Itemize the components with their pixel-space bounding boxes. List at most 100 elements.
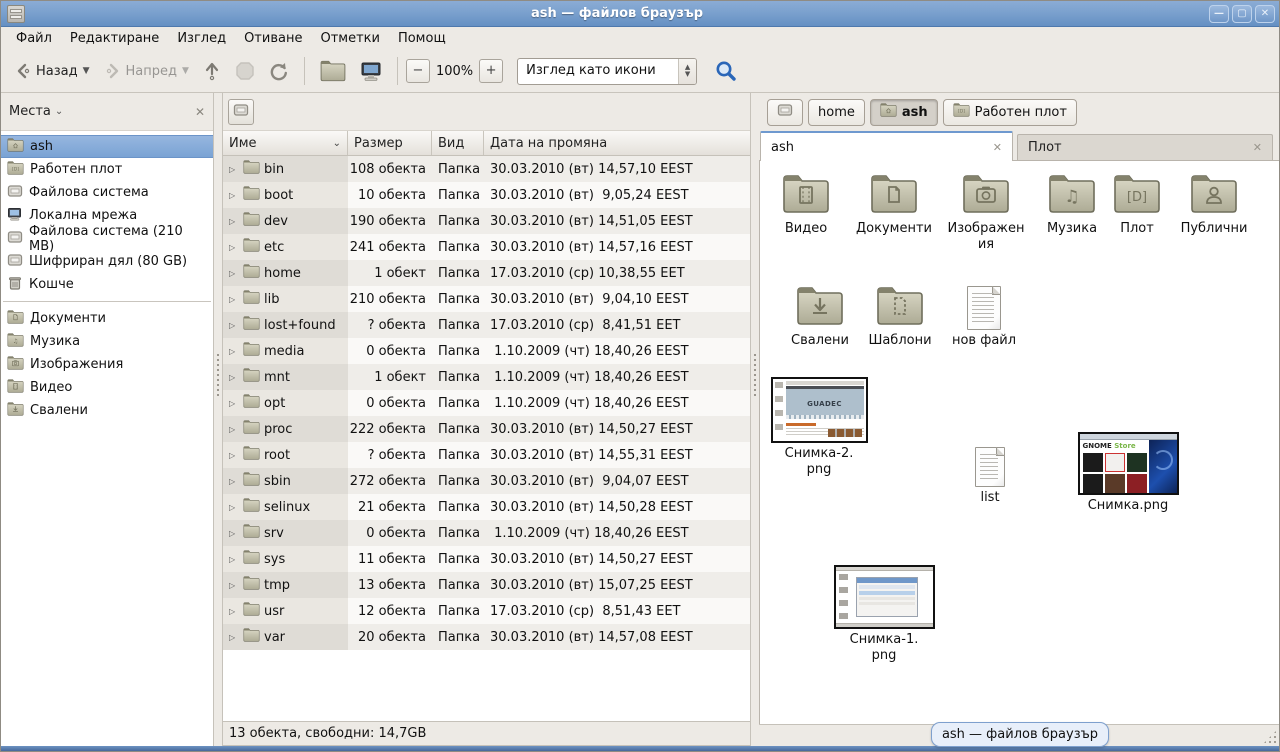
menu-2[interactable]: Изглед [168,29,235,48]
sidebar-item-Свалени[interactable]: Свалени [1,399,213,422]
table-row-lost+found[interactable]: ▷ lost+found? обектаПапка17.03.2010 (ср)… [223,312,750,338]
zoom-in-button[interactable]: + [479,59,503,83]
resize-grip[interactable] [1263,730,1277,744]
table-row-tmp[interactable]: ▷ tmp13 обектаПапка30.03.2010 (вт) 15,07… [223,572,750,598]
column-header-3[interactable]: Дата на промяна [484,131,750,155]
breadcrumb-root[interactable] [767,99,803,126]
table-row-etc[interactable]: ▷ etc241 обектаПапка30.03.2010 (вт) 14,5… [223,234,750,260]
sidebar-item-Кошче[interactable]: Кошче [1,273,213,296]
table-row-selinux[interactable]: ▷ selinux21 обектаПапка30.03.2010 (вт) 1… [223,494,750,520]
column-header-1[interactable]: Размер [348,131,432,155]
breadcrumb-home[interactable]: home [808,99,865,126]
view-mode-select[interactable]: Изглед като икони ▲▼ [517,58,697,85]
expander-icon[interactable]: ▷ [229,165,239,174]
icon-view-item-Документи[interactable]: Документи [848,174,940,237]
expander-icon[interactable]: ▷ [229,451,239,460]
menu-5[interactable]: Помощ [389,29,455,48]
table-row-boot[interactable]: ▷ boot10 обектаПапка30.03.2010 (вт) 9,05… [223,182,750,208]
menu-0[interactable]: Файл [7,29,61,48]
expander-icon[interactable]: ▷ [229,191,239,200]
table-row-dev[interactable]: ▷ dev190 обектаПапка30.03.2010 (вт) 14,5… [223,208,750,234]
pane-splitter-left[interactable] [214,93,222,746]
zoom-out-button[interactable]: − [406,59,430,83]
table-row-sbin[interactable]: ▷ sbin272 обектаПапка30.03.2010 (вт) 9,0… [223,468,750,494]
expander-icon[interactable]: ▷ [229,555,239,564]
computer-button[interactable] [353,54,389,88]
icon-view-item-list[interactable]: list [960,447,1020,506]
table-row-srv[interactable]: ▷ srv0 обектаПапка 1.10.2009 (чт) 18,40,… [223,520,750,546]
sidebar-item-Видео[interactable]: Видео [1,376,213,399]
places-close-icon[interactable]: ✕ [195,105,205,119]
table-row-media[interactable]: ▷ media0 обектаПапка 1.10.2009 (чт) 18,4… [223,338,750,364]
menu-4[interactable]: Отметки [311,29,388,48]
tab-close-icon[interactable]: ✕ [1253,141,1262,154]
sidebar-item-ash[interactable]: ash [1,135,213,158]
sidebar-item-Файлова система (210 MB)[interactable]: Файлова система (210 MB) [1,227,213,250]
maximize-button[interactable]: ▢ [1232,5,1252,23]
places-dropdown-icon[interactable]: ⌄ [55,106,63,117]
expander-icon[interactable]: ▷ [229,217,239,226]
home-button[interactable] [313,54,353,88]
up-button[interactable] [196,55,228,87]
icon-view-item-Снимка-2.png[interactable]: GUADEC Снимка-2.png [768,377,870,478]
expander-icon[interactable]: ▷ [229,295,239,304]
breadcrumb-Работен плот[interactable]: [D]Работен плот [943,99,1077,126]
icon-view-item-Музика[interactable]: ♫Музика [1032,174,1112,237]
tab-ash[interactable]: ash✕ [760,131,1013,161]
table-row-lib[interactable]: ▷ lib210 обектаПапка30.03.2010 (вт) 9,04… [223,286,750,312]
icon-view-item-Свалени[interactable]: Свалени [778,286,862,349]
expander-icon[interactable]: ▷ [229,607,239,616]
column-header-0[interactable]: Име⌄ [223,131,348,155]
menu-1[interactable]: Редактиране [61,29,168,48]
minimize-button[interactable]: — [1209,5,1229,23]
table-row-var[interactable]: ▷ var20 обектаПапка30.03.2010 (вт) 14,57… [223,624,750,650]
close-button[interactable]: ✕ [1255,5,1275,23]
table-row-sys[interactable]: ▷ sys11 обектаПапка30.03.2010 (вт) 14,50… [223,546,750,572]
forward-button[interactable]: Напред ▼ [97,56,196,86]
title-bar[interactable]: ash — файлов браузър — ▢ ✕ [1,1,1279,27]
expander-icon[interactable]: ▷ [229,373,239,382]
icon-view-canvas[interactable]: Видео Документи Изображения ♫Музика [D]П… [759,161,1279,724]
icon-view-item-Изображения[interactable]: Изображения [944,174,1028,253]
expander-icon[interactable]: ▷ [229,425,239,434]
icon-view-item-Шаблони[interactable]: Шаблони [858,286,942,349]
sidebar-item-Работен плот[interactable]: [D]Работен плот [1,158,213,181]
view-mode-spinner-icon[interactable]: ▲▼ [678,59,696,84]
expander-icon[interactable]: ▷ [229,503,239,512]
table-row-usr[interactable]: ▷ usr12 обектаПапка17.03.2010 (ср) 8,51,… [223,598,750,624]
sidebar-item-Шифриран дял (80 GB)[interactable]: Шифриран дял (80 GB) [1,250,213,273]
back-button[interactable]: Назад ▼ [7,56,97,86]
icon-view-item-Видео[interactable]: Видео [764,174,848,237]
table-row-mnt[interactable]: ▷ mnt1 обектПапка 1.10.2009 (чт) 18,40,2… [223,364,750,390]
tab-Плот[interactable]: Плот✕ [1017,134,1273,160]
icon-view-item-Плот[interactable]: [D]Плот [1104,174,1170,237]
sidebar-item-Изображения[interactable]: Изображения [1,353,213,376]
sidebar-item-Музика[interactable]: ♫Музика [1,330,213,353]
icon-view-item-нов-файл[interactable]: нов файл [942,286,1026,349]
menu-3[interactable]: Отиване [235,29,311,48]
expander-icon[interactable]: ▷ [229,269,239,278]
expander-icon[interactable]: ▷ [229,243,239,252]
expander-icon[interactable]: ▷ [229,399,239,408]
expander-icon[interactable]: ▷ [229,321,239,330]
tab-close-icon[interactable]: ✕ [993,141,1002,154]
breadcrumb-ash[interactable]: ash [870,99,938,126]
table-row-bin[interactable]: ▷ bin108 обектаПапка30.03.2010 (вт) 14,5… [223,156,750,182]
reload-button[interactable] [262,55,296,87]
column-header-2[interactable]: Вид [432,131,484,155]
root-location-button[interactable] [228,99,254,125]
expander-icon[interactable]: ▷ [229,581,239,590]
table-row-proc[interactable]: ▷ proc222 обектаПапка30.03.2010 (вт) 14,… [223,416,750,442]
stop-button[interactable] [228,55,262,87]
expander-icon[interactable]: ▷ [229,633,239,642]
sidebar-item-Файлова система[interactable]: Файлова система [1,181,213,204]
table-row-opt[interactable]: ▷ opt0 обектаПапка 1.10.2009 (чт) 18,40,… [223,390,750,416]
back-dropdown-icon[interactable]: ▼ [83,66,90,76]
search-button[interactable] [707,53,745,89]
icon-view-item-Снимка.png[interactable]: GNOME Store Снимка.png [1074,432,1182,514]
sidebar-item-Документи[interactable]: Документи [1,307,213,330]
table-row-root[interactable]: ▷ root? обектаПапка30.03.2010 (вт) 14,55… [223,442,750,468]
expander-icon[interactable]: ▷ [229,529,239,538]
icon-view-item-Снимка-1.png[interactable]: Снимка-1.png [830,565,938,664]
pane-splitter-right[interactable] [751,93,759,746]
